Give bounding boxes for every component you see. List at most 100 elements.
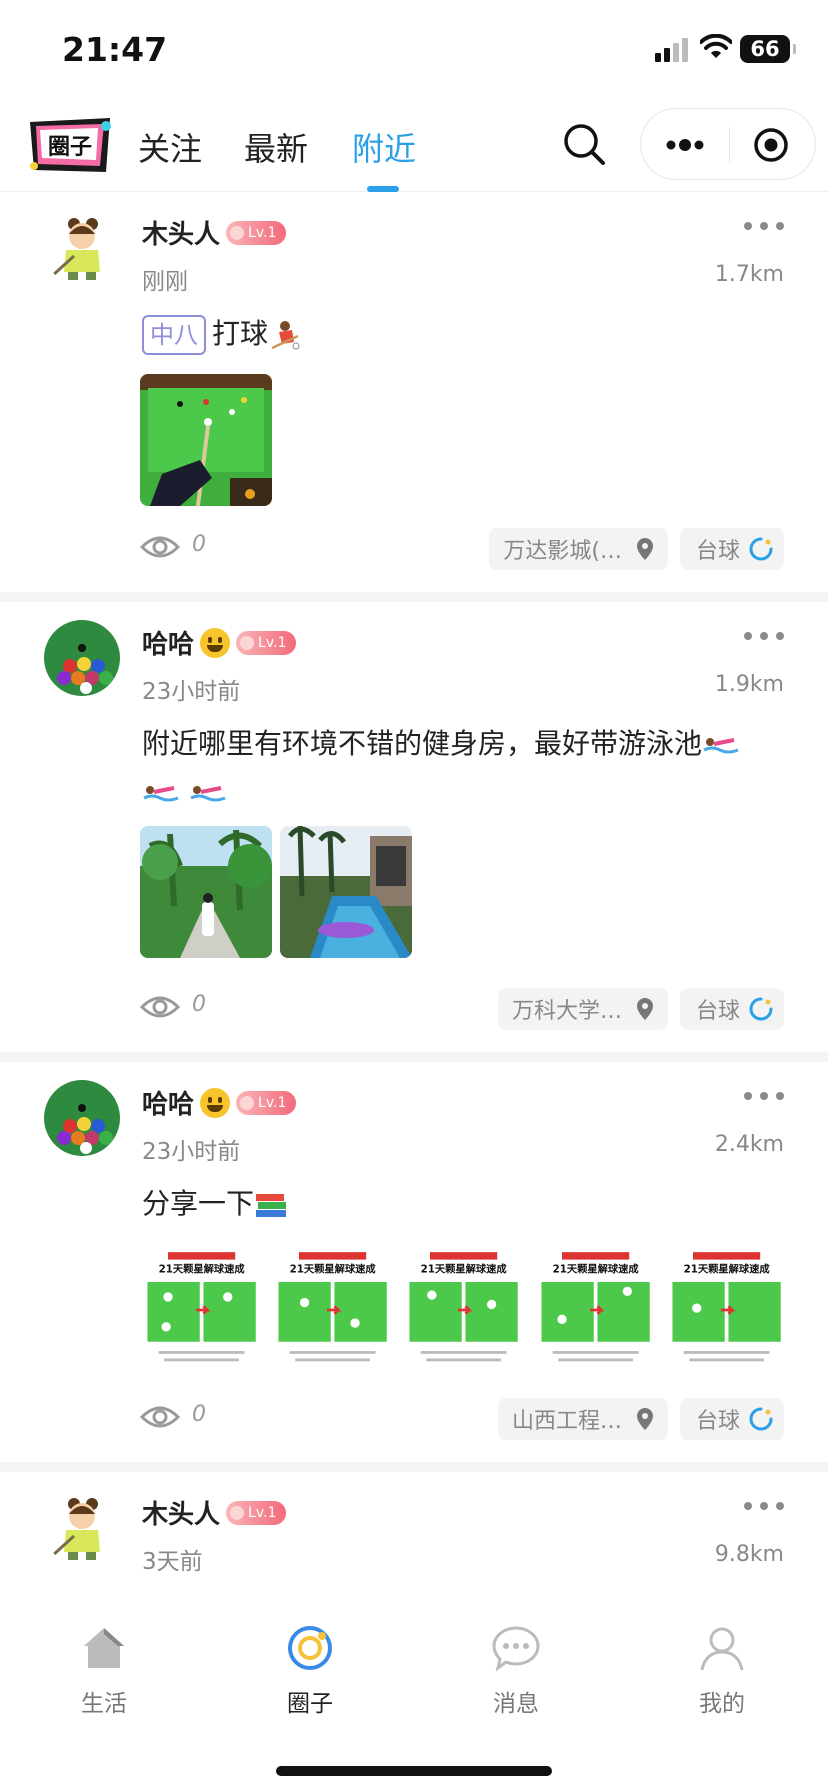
flower-icon (230, 225, 245, 240)
location-chip[interactable]: 万科大学… (497, 988, 668, 1030)
post-feed[interactable]: 木头人 Lv.1 刚刚 1.7km 中八 打球 0 万达影城(… 台球 哈哈 L… (0, 192, 828, 1584)
post-footer: 0 万达影城(… 台球 (140, 528, 784, 570)
category-text: 台球 (695, 999, 740, 1024)
status-bar: 21:47 66 (0, 0, 828, 104)
swimmer-emoji-icon (143, 786, 179, 802)
post-footer: 0 山西工程… 台球 (140, 1398, 784, 1440)
app-logo[interactable]: 圈子 (26, 114, 114, 176)
location-pin-icon (637, 538, 653, 560)
post-username-row: 哈哈 Lv.1 (142, 1084, 297, 1121)
avatar[interactable] (44, 1490, 120, 1566)
tutorial-title: 21天颗星解球速成 (421, 1263, 508, 1276)
location-chip[interactable]: 万达影城(… (489, 528, 668, 570)
top-nav: 圈子 关注 最新 附近 (0, 104, 828, 192)
tutorial-image[interactable]: 21天颗星解球速成 (271, 1244, 395, 1376)
tab-circle[interactable]: 圈子 (260, 1624, 360, 1718)
category-chip[interactable]: 台球 (679, 528, 784, 570)
tutorial-image[interactable]: 21天颗星解球速成 (140, 1244, 264, 1376)
swimming-pool-photo[interactable] (280, 826, 412, 958)
post-card[interactable]: 哈哈 Lv.1 23小时前 2.4km 分享一下 21天颗星解球速成 21天颗星… (0, 1062, 828, 1462)
tutorial-image[interactable]: 21天颗星解球速成 (402, 1244, 526, 1376)
tutorial-title: 21天颗星解球速成 (552, 1263, 639, 1276)
location-text: 山西工程… (511, 1409, 622, 1434)
post-options-icon[interactable] (744, 222, 784, 232)
signal-icon (655, 38, 689, 62)
avatar[interactable] (44, 210, 120, 286)
level-text: Lv.1 (248, 224, 277, 241)
post-text: 打球 (212, 317, 269, 350)
flower-icon (240, 1095, 255, 1110)
view-count: 0 (192, 992, 206, 1017)
capsule-divider (729, 127, 730, 163)
tab-messages[interactable]: 消息 (466, 1624, 566, 1718)
chat-bubble-icon (492, 1626, 540, 1672)
location-pin-icon (637, 998, 653, 1020)
mini-program-capsule (640, 108, 816, 180)
post-options-icon[interactable] (744, 632, 784, 642)
post-content: 分享一下 (142, 1180, 792, 1228)
view-count: 0 (192, 1402, 206, 1427)
flower-icon (230, 1505, 245, 1520)
eye-icon (140, 996, 180, 1018)
post-images (140, 374, 272, 506)
post-card[interactable]: 哈哈 Lv.1 23小时前 1.9km 附近哪里有环境不错的健身房，最好带游泳池 (0, 602, 828, 1052)
home-icon (84, 1628, 124, 1668)
tutorial-title: 21天颗星解球速成 (159, 1263, 246, 1276)
post-distance: 1.7km (714, 262, 784, 287)
eye-icon (140, 1406, 180, 1428)
pool-table-photo[interactable] (140, 374, 272, 506)
username[interactable]: 哈哈 (142, 624, 194, 661)
person-icon (700, 1627, 744, 1671)
post-time: 23小时前 (142, 679, 241, 705)
close-miniprogram-icon[interactable] (753, 127, 789, 163)
avatar[interactable] (44, 620, 120, 696)
billiards-player-emoji-icon (271, 321, 300, 350)
post-username-row: 哈哈 Lv.1 (142, 624, 297, 661)
location-text: 万科大学… (511, 999, 622, 1024)
level-text: Lv.1 (248, 1504, 277, 1521)
level-text: Lv.1 (258, 1094, 287, 1111)
location-pin-icon (637, 1408, 653, 1430)
tab-me[interactable]: 我的 (672, 1624, 772, 1718)
avatar[interactable] (44, 1080, 120, 1156)
category-chip[interactable]: 台球 (679, 1398, 784, 1440)
more-menu-icon[interactable] (665, 135, 705, 155)
tab-latest[interactable]: 最新 (244, 124, 308, 170)
smile-emoji-icon (200, 1087, 231, 1118)
level-badge: Lv.1 (236, 1090, 297, 1115)
category-text: 台球 (695, 1409, 740, 1434)
post-images: 21天颗星解球速成 21天颗星解球速成 21天颗星解球速成 21天颗星解球速成 … (140, 1244, 788, 1376)
category-chip[interactable]: 台球 (679, 988, 784, 1030)
post-options-icon[interactable] (744, 1092, 784, 1102)
wifi-icon (700, 34, 732, 58)
username[interactable]: 哈哈 (142, 1084, 194, 1121)
post-time: 刚刚 (142, 269, 188, 295)
post-options-icon[interactable] (744, 1502, 784, 1512)
post-card[interactable]: 木头人 Lv.1 刚刚 1.7km 中八 打球 0 万达影城(… 台球 (0, 192, 828, 592)
level-badge: Lv.1 (226, 220, 287, 245)
flower-icon (240, 635, 255, 650)
tab-life[interactable]: 生活 (54, 1624, 154, 1718)
post-content: 中八 打球 (142, 310, 792, 358)
post-tag[interactable]: 中八 (142, 315, 206, 355)
tab-label: 生活 (81, 1691, 127, 1717)
tutorial-image[interactable]: 21天颗星解球速成 (533, 1244, 657, 1376)
search-icon[interactable] (562, 122, 606, 166)
garden-path-photo[interactable] (140, 826, 272, 958)
circle-logo-icon (749, 997, 773, 1021)
category-text: 台球 (695, 539, 740, 564)
username[interactable]: 木头人 (142, 214, 220, 251)
tab-follow[interactable]: 关注 (138, 124, 202, 170)
tab-label: 圈子 (287, 1691, 333, 1717)
tutorial-image[interactable]: 21天颗星解球速成 (664, 1244, 788, 1376)
post-time: 23小时前 (142, 1139, 241, 1165)
post-content: 附近哪里有环境不错的健身房，最好带游泳池 (142, 720, 792, 816)
location-chip[interactable]: 山西工程… (497, 1398, 668, 1440)
view-count: 0 (192, 532, 206, 557)
post-time: 3天前 (142, 1549, 203, 1575)
post-card[interactable]: 木头人 Lv.1 3天前 9.8km (0, 1472, 828, 1584)
circle-icon (288, 1626, 332, 1670)
level-badge: Lv.1 (226, 1500, 287, 1525)
tab-nearby[interactable]: 附近 (352, 124, 416, 170)
username[interactable]: 木头人 (142, 1494, 220, 1531)
